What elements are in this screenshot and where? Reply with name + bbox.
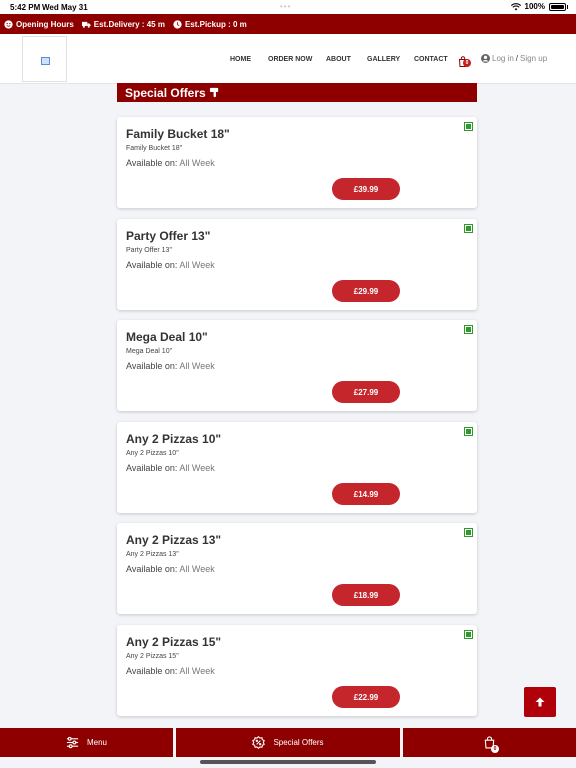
price-button[interactable]: £29.99	[332, 280, 400, 302]
offer-name: Any 2 Pizzas 13"	[126, 533, 222, 547]
special-offers-title: Special Offers	[125, 85, 206, 100]
delivery-estimate: Est.Delivery : 45 m	[81, 19, 165, 29]
smiley-icon	[4, 19, 13, 29]
site-header: HOME ORDER NOW ABOUT GALLERY CONTACT 0 L…	[0, 34, 576, 84]
delivery-label: Est.Delivery : 45 m	[93, 19, 165, 29]
offer-badge-icon	[252, 736, 266, 749]
veg-icon	[464, 325, 473, 334]
veg-icon	[464, 630, 473, 639]
price-button[interactable]: £27.99	[332, 381, 400, 403]
nav-order-now[interactable]: ORDER NOW	[268, 56, 312, 63]
veg-icon	[464, 122, 473, 131]
offer-card[interactable]: Mega Deal 10" Mega Deal 10" Available on…	[117, 320, 477, 411]
login-link[interactable]: Log in	[492, 54, 514, 63]
availability-value: All Week	[179, 260, 215, 270]
availability-value: All Week	[179, 666, 215, 676]
status-right: 100%	[510, 2, 568, 11]
offer-name: Any 2 Pizzas 15"	[126, 635, 222, 649]
status-time: 5:42 PM	[10, 3, 41, 12]
multitask-dots: •••	[280, 2, 292, 11]
wifi-icon	[510, 2, 521, 10]
offer-name: Family Bucket 18"	[126, 127, 230, 141]
offer-name: Party Offer 13"	[126, 229, 211, 243]
offer-subtitle: Mega Deal 10"	[126, 348, 173, 355]
special-offers-heading: Special Offers	[117, 83, 477, 102]
user-icon	[481, 54, 490, 63]
truck-icon	[81, 21, 91, 28]
availability-label: Available on:	[126, 260, 178, 270]
bottom-tab-bar: Menu Special Offers 0	[0, 728, 576, 757]
offer-availability: Available on: All Week	[126, 463, 215, 473]
offer-availability: Available on: All Week	[126, 260, 215, 270]
availability-label: Available on:	[126, 361, 178, 371]
availability-label: Available on:	[126, 564, 178, 574]
bottom-cart-count: 0	[491, 745, 499, 753]
pickup-estimate: Est.Pickup : 0 m	[173, 20, 247, 29]
offer-subtitle: Any 2 Pizzas 15"	[126, 653, 179, 660]
offer-availability: Available on: All Week	[126, 666, 215, 676]
availability-value: All Week	[179, 463, 215, 473]
veg-icon	[464, 224, 473, 233]
offer-name: Mega Deal 10"	[126, 330, 208, 344]
pickup-label: Est.Pickup : 0 m	[184, 19, 247, 29]
status-bar: 5:42 PM Wed May 31 ••• 100%	[0, 0, 576, 14]
nav-about[interactable]: ABOUT	[326, 56, 351, 63]
status-date: Wed May 31	[42, 3, 88, 12]
availability-label: Available on:	[126, 666, 178, 676]
offer-card[interactable]: Family Bucket 18" Family Bucket 18" Avai…	[117, 117, 477, 208]
tab-special-offers[interactable]: Special Offers	[176, 728, 400, 757]
veg-icon	[464, 427, 473, 436]
opening-hours-label: Opening Hours	[16, 19, 74, 29]
info-bar: Opening Hours Est.Delivery : 45 m Est.Pi…	[0, 14, 576, 34]
opening-hours-link[interactable]: Opening Hours	[4, 20, 74, 29]
offer-subtitle: Party Offer 13"	[126, 247, 172, 254]
availability-label: Available on:	[126, 463, 178, 473]
offer-card[interactable]: Any 2 Pizzas 13" Any 2 Pizzas 13" Availa…	[117, 523, 477, 614]
price-button[interactable]: £18.99	[332, 584, 400, 606]
tab-menu[interactable]: Menu	[0, 728, 173, 757]
offer-subtitle: Family Bucket 18"	[126, 145, 183, 152]
battery-icon	[549, 2, 566, 11]
scroll-to-top-button[interactable]	[524, 687, 556, 717]
availability-value: All Week	[179, 564, 215, 574]
login-separator: /	[515, 54, 519, 63]
offer-card[interactable]: Any 2 Pizzas 15" Any 2 Pizzas 15" Availa…	[117, 625, 477, 716]
price-button[interactable]: £22.99	[332, 686, 400, 708]
nav-home[interactable]: HOME	[230, 56, 251, 63]
offer-card[interactable]: Party Offer 13" Party Offer 13" Availabl…	[117, 219, 477, 310]
tab-cart[interactable]: 0	[403, 728, 576, 757]
veg-icon	[464, 528, 473, 537]
offer-availability: Available on: All Week	[126, 361, 215, 371]
hand-pointer-icon	[209, 87, 218, 98]
nav-gallery[interactable]: GALLERY	[367, 56, 400, 63]
price-button[interactable]: £39.99	[332, 178, 400, 200]
logo[interactable]	[22, 36, 67, 82]
battery-tip	[567, 4, 568, 9]
header-cart-count: 0	[463, 59, 471, 67]
arrow-up-icon	[535, 697, 545, 707]
offer-availability: Available on: All Week	[126, 564, 215, 574]
availability-label: Available on:	[126, 158, 178, 168]
offer-name: Any 2 Pizzas 10"	[126, 432, 222, 446]
availability-value: All Week	[179, 158, 215, 168]
battery-percent: 100%	[524, 2, 545, 11]
offer-subtitle: Any 2 Pizzas 10"	[126, 450, 179, 457]
clock-icon	[173, 19, 182, 29]
signup-link[interactable]: Sign up	[520, 54, 547, 63]
sliders-icon	[66, 736, 79, 749]
header-cart-button[interactable]: 0	[458, 54, 472, 68]
price-button[interactable]: £14.99	[332, 483, 400, 505]
availability-value: All Week	[179, 361, 215, 371]
tab-menu-label: Menu	[86, 738, 107, 747]
tab-special-offers-label: Special Offers	[273, 738, 324, 747]
offer-availability: Available on: All Week	[126, 158, 215, 168]
login-signup: Log in / Sign up	[481, 54, 547, 63]
offer-card[interactable]: Any 2 Pizzas 10" Any 2 Pizzas 10" Availa…	[117, 422, 477, 513]
logo-image-placeholder	[41, 57, 50, 65]
nav-contact[interactable]: CONTACT	[414, 56, 448, 63]
offer-subtitle: Any 2 Pizzas 13"	[126, 551, 179, 558]
home-indicator[interactable]	[200, 760, 376, 764]
